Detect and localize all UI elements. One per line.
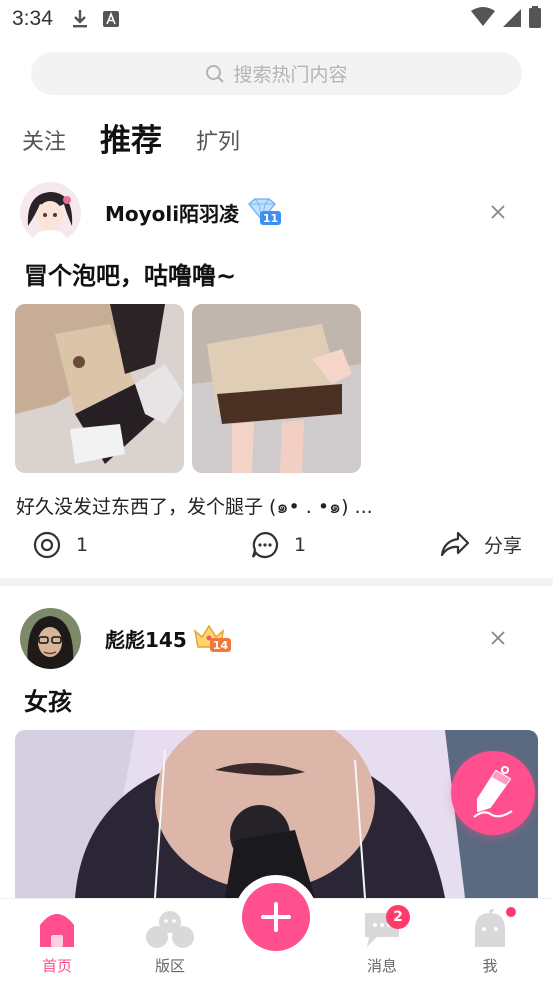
comment-icon [251, 531, 279, 559]
profile-icon [475, 909, 505, 947]
cell-signal-icon [503, 9, 521, 27]
create-post-fab[interactable] [451, 751, 535, 835]
nav-home[interactable]: 首页 [17, 909, 97, 976]
views-button[interactable]: 1 [32, 530, 88, 560]
share-button[interactable]: 分享 [440, 530, 522, 558]
post-image[interactable] [15, 304, 184, 473]
avatar[interactable] [20, 181, 81, 243]
pen-icon [473, 766, 513, 818]
boards-icon [146, 911, 194, 948]
crown-level-icon: 14 [193, 624, 231, 652]
comments-count: 1 [294, 534, 307, 556]
home-icon [40, 914, 74, 947]
level-badge: 14 [193, 623, 231, 653]
battery-icon [529, 6, 541, 28]
close-icon [491, 205, 505, 219]
status-time: 3:34 [12, 7, 53, 30]
post-title: 女孩 [24, 688, 72, 716]
nav-label: 我 [482, 957, 498, 975]
level-number: 11 [263, 212, 278, 225]
post-image[interactable] [192, 304, 361, 473]
nav-me[interactable]: 我 [450, 907, 530, 976]
post-text: 好久没发过东西了，发个腿子 (๑• . •๑) ... [16, 496, 373, 518]
add-post-button[interactable] [242, 883, 310, 951]
app-notification-icon [102, 11, 119, 27]
nav-label: 消息 [366, 957, 397, 975]
view-icon [33, 531, 61, 559]
message-badge: 2 [386, 905, 410, 929]
nav-messages[interactable]: 2 消息 [342, 905, 422, 976]
plus-icon [261, 902, 291, 932]
search-bar[interactable]: 搜索热门内容 [31, 52, 522, 95]
share-icon [440, 531, 470, 557]
share-label: 分享 [484, 534, 523, 557]
bottom-nav: 首页 版区 2 消息 我 [0, 883, 553, 984]
download-icon [72, 10, 87, 28]
notification-dot [506, 907, 516, 917]
wifi-icon [471, 7, 495, 26]
search-placeholder: 搜索热门内容 [233, 64, 348, 86]
avatar[interactable] [20, 607, 81, 669]
level-number: 14 [213, 639, 229, 652]
diamond-level-icon: 11 [248, 198, 282, 225]
views-count: 1 [76, 534, 89, 556]
post-title: 冒个泡吧，咕噜噜~ [24, 262, 237, 290]
status-bar: 3:34 [0, 0, 553, 38]
search-icon [206, 64, 225, 83]
post-divider [0, 578, 553, 586]
close-button[interactable] [487, 201, 509, 223]
close-button[interactable] [487, 627, 509, 649]
tab-following[interactable]: 关注 [22, 124, 66, 166]
close-icon [491, 631, 505, 645]
nav-boards[interactable]: 版区 [130, 909, 210, 976]
nav-label: 首页 [41, 957, 72, 975]
post-actions: 1 1 分享 [0, 530, 553, 570]
user-name[interactable]: Moyoli陌羽凌 [105, 198, 239, 227]
comments-button[interactable]: 1 [250, 530, 306, 560]
feed-tabs: 关注 推荐 扩列 [22, 116, 240, 166]
level-badge: 11 [245, 198, 282, 226]
tab-expand-friends[interactable]: 扩列 [196, 124, 240, 166]
post-header: Moyoli陌羽凌 11 [20, 180, 505, 244]
post-header: 彪彪145 14 [20, 606, 505, 670]
user-name[interactable]: 彪彪145 [105, 624, 187, 653]
nav-label: 版区 [154, 957, 185, 975]
tab-recommended[interactable]: 推荐 [97, 115, 166, 166]
